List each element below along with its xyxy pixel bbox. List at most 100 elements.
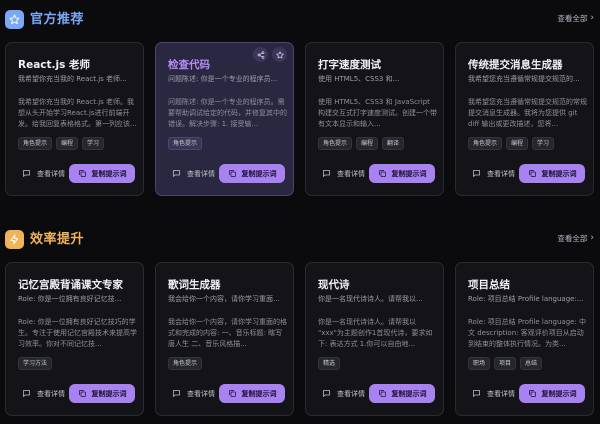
card-description: 使用 HTML5、CSS3 和 JavaScript 构建交互式打字速度测试。创… xyxy=(318,98,437,128)
view-details-button[interactable]: 查看详情 xyxy=(18,169,65,179)
prompt-card[interactable]: 歌词生成器 我会给你一个内容，请你学习重面... 我会给你一个内容，请你学习重面… xyxy=(155,262,294,416)
card-subtitle: Role: 你是一位拥有良好记忆技... xyxy=(18,295,122,303)
view-details-label: 查看详情 xyxy=(187,389,215,398)
copy-prompt-label: 复制提示词 xyxy=(391,169,427,178)
tag[interactable]: 角色提示 xyxy=(168,137,203,150)
view-details-button[interactable]: 查看详情 xyxy=(318,389,365,399)
tag[interactable]: 学习 xyxy=(532,137,555,150)
card-title: 传统提交消息生成器 xyxy=(468,59,563,71)
card-title: 现代诗 xyxy=(318,279,350,291)
view-details-button[interactable]: 查看详情 xyxy=(18,389,65,399)
copy-prompt-button[interactable]: 复制提示词 xyxy=(219,164,285,183)
tag-list: 学习方法 xyxy=(18,357,53,370)
chat-icon xyxy=(472,389,481,398)
copy-icon xyxy=(378,169,387,178)
chat-icon xyxy=(322,389,331,398)
view-details-button[interactable]: 查看详情 xyxy=(168,169,215,179)
section-title: 官方推荐 xyxy=(30,12,85,27)
view-details-button[interactable]: 查看详情 xyxy=(318,169,365,179)
view-all-link[interactable]: 查看全部 › xyxy=(557,13,594,24)
copy-icon xyxy=(228,169,237,178)
card-title: 歌词生成器 xyxy=(168,279,221,291)
card-actions: 查看详情 复制提示词 xyxy=(468,384,585,403)
card-actions: 查看详情 复制提示词 xyxy=(318,384,435,403)
card-description: 我希望你充当我的 React.js 老师。我想从头开始学习React.js进行前… xyxy=(18,98,137,128)
view-details-button[interactable]: 查看详情 xyxy=(468,169,515,179)
copy-icon xyxy=(228,389,237,398)
copy-prompt-button[interactable]: 复制提示词 xyxy=(519,164,585,183)
tag[interactable]: 精选 xyxy=(318,357,341,370)
copy-prompt-button[interactable]: 复制提示词 xyxy=(69,164,135,183)
card-title: React.js 老师 xyxy=(18,59,91,71)
copy-prompt-button[interactable]: 复制提示词 xyxy=(219,384,285,403)
share-icon[interactable] xyxy=(253,47,268,62)
prompt-card[interactable]: 打字速度测试 使用 HTML5、CSS3 和... 使用 HTML5、CSS3 … xyxy=(305,42,444,196)
card-subtitle: 我会给你一个内容，请你学习重面... xyxy=(168,295,280,303)
section-header-official: 官方推荐 查看全部 › xyxy=(0,10,600,34)
copy-prompt-label: 复制提示词 xyxy=(91,169,127,178)
tag[interactable]: 学习 xyxy=(82,137,105,150)
tag-list: 角色提示 xyxy=(168,137,203,150)
card-actions: 查看详情 复制提示词 xyxy=(18,164,135,183)
view-all-label: 查看全部 xyxy=(557,234,588,243)
tag[interactable]: 编程 xyxy=(56,137,79,150)
tag-list: 精选 xyxy=(318,357,341,370)
tag[interactable]: 角色提示 xyxy=(168,357,203,370)
copy-prompt-button[interactable]: 复制提示词 xyxy=(519,384,585,403)
card-description: 你是一名现代诗诗人。请帮我以 "xxx"为主题创作1首现代诗，要求如下: 表达方… xyxy=(318,318,433,348)
tag[interactable]: 学习方法 xyxy=(18,357,53,370)
prompt-card[interactable]: React.js 老师 我希望你充当我的 React.js 老师... 我希望你… xyxy=(5,42,144,196)
card-subtitle: 我希望您充当遵循常规提交规范的... xyxy=(468,75,580,83)
tag[interactable]: 角色提示 xyxy=(318,137,353,150)
card-subtitle: Role: 项目总结 Profile language:... xyxy=(468,295,584,303)
tag[interactable]: 编程 xyxy=(506,137,529,150)
chevron-right-icon: › xyxy=(590,233,594,243)
tag-list: 角色提示 编程 翻译 xyxy=(318,137,405,150)
chat-icon xyxy=(172,169,181,178)
tag[interactable]: 角色提示 xyxy=(18,137,53,150)
card-subtitle: 我希望你充当我的 React.js 老师... xyxy=(18,75,127,83)
copy-prompt-button[interactable]: 复制提示词 xyxy=(369,164,435,183)
copy-prompt-button[interactable]: 复制提示词 xyxy=(69,384,135,403)
tag-list: 角色提示 xyxy=(168,357,203,370)
section-title: 效率提升 xyxy=(30,232,85,247)
chat-icon xyxy=(22,169,31,178)
card-description: 问题陈述: 你是一个专业的程序员。需要帮助调试给定的代码，并修复其中的错误。解决… xyxy=(168,98,287,128)
prompt-card[interactable]: 现代诗 你是一名现代诗诗人。请帮我以... 你是一名现代诗诗人。请帮我以 "xx… xyxy=(305,262,444,416)
card-description: 我希望您充当遵循常规提交规范的常规提交消息生成器。我将为您提供 git diff… xyxy=(468,98,587,128)
tag[interactable]: 编程 xyxy=(356,137,379,150)
chevron-right-icon: › xyxy=(590,13,594,23)
prompt-card[interactable]: 项目总结 Role: 项目总结 Profile language:... Rol… xyxy=(455,262,594,416)
tag[interactable]: 职场 xyxy=(468,357,491,370)
prompt-card[interactable]: 传统提交消息生成器 我希望您充当遵循常规提交规范的... 我希望您充当遵循常规提… xyxy=(455,42,594,196)
copy-prompt-label: 复制提示词 xyxy=(91,389,127,398)
copy-icon xyxy=(78,389,87,398)
view-details-label: 查看详情 xyxy=(487,389,515,398)
star-icon xyxy=(5,10,24,29)
card-title: 检查代码 xyxy=(168,59,210,71)
copy-prompt-button[interactable]: 复制提示词 xyxy=(369,384,435,403)
tag-list: 职场 项目 总结 xyxy=(468,357,543,370)
view-details-label: 查看详情 xyxy=(487,169,515,178)
card-actions: 查看详情 复制提示词 xyxy=(318,164,435,183)
card-title: 项目总结 xyxy=(468,279,510,291)
prompt-card[interactable]: 记忆宫殿背诵课文专家 Role: 你是一位拥有良好记忆技... Role: 你是… xyxy=(5,262,144,416)
view-details-button[interactable]: 查看详情 xyxy=(468,389,515,399)
prompt-card[interactable]: 检查代码 问题陈述: 你是一个专业的程序员... 问题陈述: 你是一个专业的程序… xyxy=(155,42,294,196)
view-all-link[interactable]: 查看全部 › xyxy=(557,233,594,244)
card-actions: 查看详情 复制提示词 xyxy=(168,384,285,403)
card-description: 我会给你一个内容，请你学习重面的格式和完成的内容: 一、音乐标题: 瞎写唐人生 … xyxy=(168,318,287,348)
view-details-label: 查看详情 xyxy=(37,389,65,398)
view-all-label: 查看全部 xyxy=(557,14,588,23)
favorite-star-icon[interactable] xyxy=(272,47,287,62)
view-details-label: 查看详情 xyxy=(337,169,365,178)
view-details-button[interactable]: 查看详情 xyxy=(168,389,215,399)
copy-prompt-label: 复制提示词 xyxy=(241,169,277,178)
card-actions: 查看详情 复制提示词 xyxy=(168,164,285,183)
tag[interactable]: 总结 xyxy=(520,357,543,370)
card-description: Role: 你是一位拥有良好记忆技巧的学生。专注于使用记忆宫殿技术来提高学习效率… xyxy=(18,318,137,348)
tag[interactable]: 角色提示 xyxy=(468,137,503,150)
card-subtitle: 问题陈述: 你是一个专业的程序员... xyxy=(168,75,278,83)
tag[interactable]: 翻译 xyxy=(382,137,405,150)
tag[interactable]: 项目 xyxy=(494,357,517,370)
